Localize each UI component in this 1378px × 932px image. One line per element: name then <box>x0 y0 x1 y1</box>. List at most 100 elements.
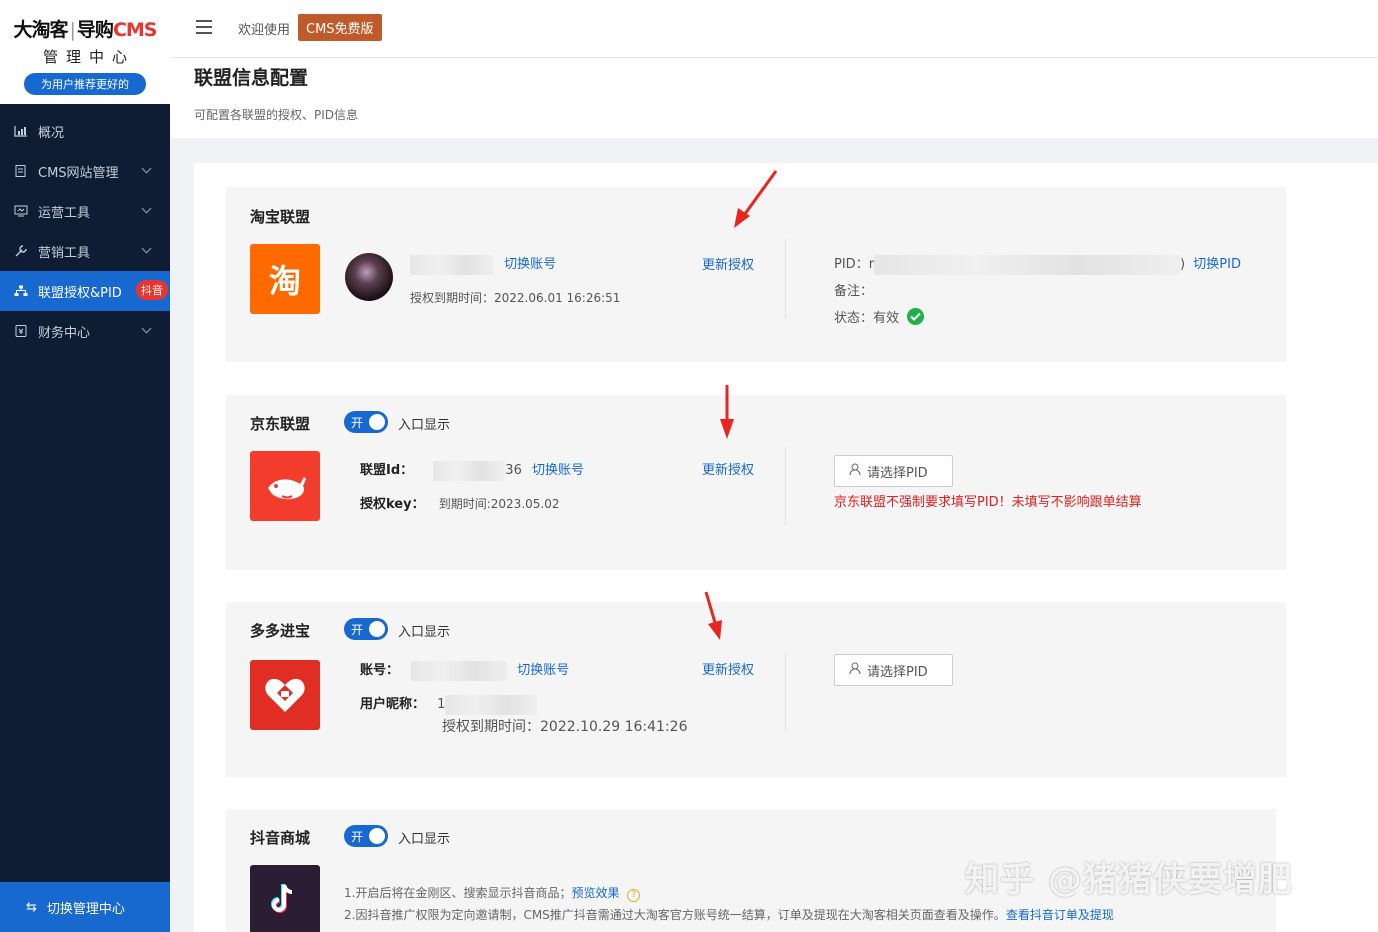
page-title: 联盟信息配置 <box>194 67 309 89</box>
toggle-knob <box>369 414 385 430</box>
switch-account-link[interactable]: 切换账号 <box>517 663 569 678</box>
auth-expire-time: 授权到期时间：2022.06.01 16:26:51 <box>410 291 621 305</box>
card-title: 淘宝联盟 <box>250 208 311 226</box>
auth-expire-time: 授权到期时间：2022.10.29 16:41:26 <box>442 719 688 735</box>
monitor-icon <box>14 205 28 217</box>
logo-text-cms: CMS <box>112 19 158 41</box>
entry-display-label: 入口显示 <box>398 832 451 847</box>
user-icon <box>849 463 861 479</box>
card-title: 京东联盟 <box>250 415 311 433</box>
sidebar-item-overview[interactable]: 概况 <box>0 111 170 151</box>
chevron-down-icon <box>141 243 152 254</box>
sidebar-item-finance[interactable]: 财务中心 <box>0 311 170 351</box>
select-pid-button[interactable]: 请选择PID <box>834 654 953 686</box>
jd-logo <box>250 451 320 521</box>
annotation-arrow <box>734 170 778 228</box>
welcome-text: 欢迎使用 <box>238 23 291 38</box>
auth-key-label: 授权key： <box>360 497 425 512</box>
entry-display-toggle[interactable]: 开 <box>344 825 388 847</box>
entry-display-label: 入口显示 <box>398 418 451 433</box>
note-text: 2.因抖音推广权限为定向邀请制，CMS推广抖音需通过大淘客官方账号统一结算，订单… <box>344 908 1006 922</box>
status-text: 状态：有效 <box>834 311 900 326</box>
chevron-down-icon <box>141 163 152 174</box>
douyin-logo <box>250 865 320 932</box>
sidebar-item-label: 财务中心 <box>38 325 91 341</box>
main-content: 淘宝联盟 淘 切换账号 授权到期时间：2022.06.01 16:26:51 更… <box>194 163 1378 932</box>
sidebar-item-cms-site[interactable]: CMS网站管理 <box>0 151 170 191</box>
switch-admin-center-button[interactable]: ⇆ 切换管理中心 <box>0 882 170 932</box>
toggle-on-text: 开 <box>351 623 364 637</box>
sidebar-item-marketing[interactable]: 营销工具 <box>0 231 170 271</box>
union-id-row: 联盟Id： 36 切换账号 <box>360 459 584 481</box>
pid-label: PID： <box>834 257 869 272</box>
menu-collapse-icon[interactable] <box>196 20 212 34</box>
sidebar-item-label: CMS网站管理 <box>38 165 119 181</box>
toggle-on-text: 开 <box>351 416 364 430</box>
divider <box>785 447 786 525</box>
logo-text-daogou: 导购 <box>76 19 114 41</box>
card-title: 多多进宝 <box>250 622 311 640</box>
pid-tail: ) <box>1180 257 1186 272</box>
union-id-label: 联盟Id： <box>360 463 414 478</box>
wrench-icon <box>14 245 28 257</box>
brand-slogan: 为用户推荐更好的 <box>24 73 146 95</box>
pdd-logo <box>250 660 320 730</box>
jd-union-card: 京东联盟 开 入口显示 联盟Id： 36 切换账号 授权key： 到期时间:20… <box>226 395 1286 570</box>
logo-separator: | <box>69 19 76 41</box>
switch-account-link[interactable]: 切换账号 <box>504 257 556 272</box>
logo-text-dataoke: 大淘客 <box>13 19 69 41</box>
top-bar: 欢迎使用 CMS免费版 <box>170 0 1378 58</box>
account-label: 账号： <box>360 663 400 678</box>
nickname-row: 用户昵称： 1 <box>360 693 538 715</box>
view-douyin-orders-link[interactable]: 查看抖音订单及提现 <box>1006 908 1114 922</box>
switch-account-link[interactable]: 切换账号 <box>532 463 584 478</box>
note-text: 1.开启后将在金刚区、搜索显示抖音商品； <box>344 886 572 900</box>
renew-auth-link[interactable]: 更新授权 <box>702 254 754 273</box>
toggle-on-text: 开 <box>351 830 364 844</box>
divider <box>785 239 786 319</box>
sidebar-item-union-auth-pid[interactable]: 联盟授权&PID 抖音 <box>0 271 170 311</box>
sidebar-item-label: 营销工具 <box>38 245 91 261</box>
renew-auth-link[interactable]: 更新授权 <box>702 459 754 478</box>
version-badge: CMS免费版 <box>298 14 382 41</box>
masked-union-id <box>433 460 506 481</box>
masked-pid <box>874 254 1181 275</box>
brand-logo[interactable]: 大淘客 | 导购CMS <box>0 0 170 42</box>
check-circle-icon <box>907 308 925 325</box>
divider <box>785 652 786 732</box>
switch-pid-link[interactable]: 切换PID <box>1193 257 1241 272</box>
document-icon <box>14 165 28 177</box>
brand-subtitle: 管理中心 <box>42 48 135 66</box>
page-description: 可配置各联盟的授权、PID信息 <box>194 108 359 122</box>
sidebar: 大淘客 | 导购CMS 管理中心 为用户推荐更好的 概况 CMS网站管理 运营工具 <box>0 0 170 932</box>
preview-effect-link[interactable]: 预览效果 <box>571 886 619 900</box>
annotation-arrow <box>720 385 734 439</box>
entry-display-toggle[interactable]: 开 <box>344 618 388 640</box>
nickname-label: 用户昵称： <box>360 697 426 712</box>
renew-auth-link[interactable]: 更新授权 <box>702 659 754 678</box>
pid-warning-text: 京东联盟不强制要求填写PID！未填写不影响跟单结算 <box>834 495 1142 510</box>
select-pid-button[interactable]: 请选择PID <box>834 455 953 487</box>
swap-icon: ⇆ <box>26 899 37 915</box>
card-title: 抖音商城 <box>250 829 311 847</box>
douyin-note-2: 2.因抖音推广权限为定向邀请制，CMS推广抖音需通过大淘客官方账号统一结算，订单… <box>344 906 1114 923</box>
union-id-tail: 36 <box>505 463 522 478</box>
account-row: 账号： 切换账号 <box>360 659 569 681</box>
auth-expire-time: 到期时间:2023.05.02 <box>438 497 560 511</box>
avatar <box>345 253 393 301</box>
douyin-badge: 抖音 <box>136 280 168 300</box>
entry-display-toggle[interactable]: 开 <box>344 411 388 433</box>
chevron-down-icon <box>141 203 152 214</box>
status-row: 状态：有效 <box>834 307 925 326</box>
help-icon[interactable]: ? <box>627 888 641 902</box>
select-pid-label: 请选择PID <box>867 664 928 680</box>
remark-label: 备注： <box>834 284 874 299</box>
chevron-down-icon <box>141 323 152 334</box>
sitemap-icon <box>14 285 28 297</box>
sidebar-item-label: 概况 <box>38 125 65 141</box>
pid-row: PID：r) 切换PID <box>834 253 1241 275</box>
jd-dog-icon <box>268 477 306 500</box>
sidebar-item-operations[interactable]: 运营工具 <box>0 191 170 231</box>
sidebar-item-label: 联盟授权&PID <box>38 285 122 301</box>
auth-key-row: 授权key： 到期时间:2023.05.02 <box>360 493 560 512</box>
